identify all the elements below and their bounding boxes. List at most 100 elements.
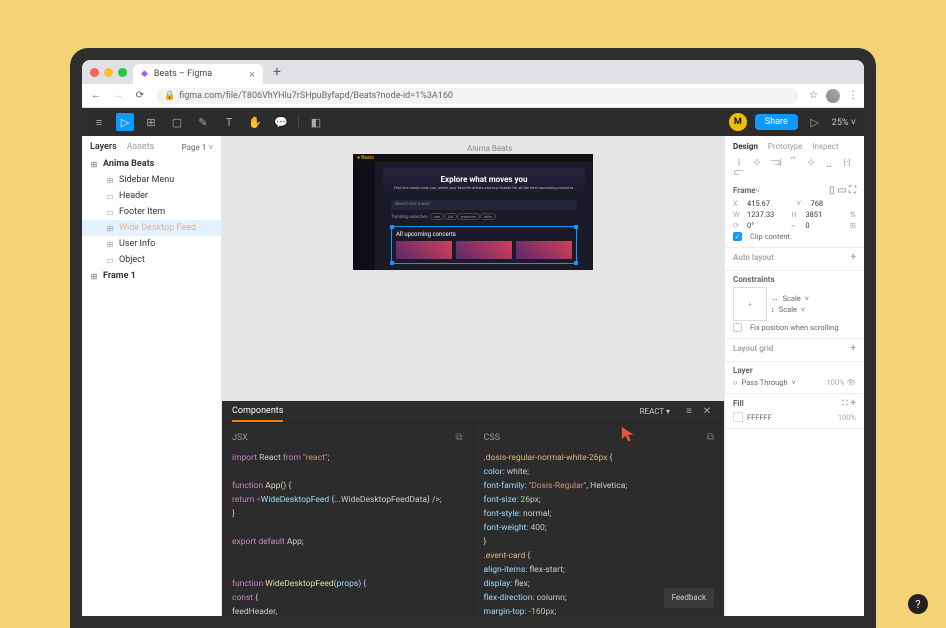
align-left-icon[interactable]: |⫍ (733, 157, 745, 179)
y-input[interactable]: 768 (811, 199, 857, 208)
constraints-section: Constraints (733, 275, 775, 284)
url-text: figma.com/file/T806VhYHlu7rSHpuByfapd/Be… (179, 91, 453, 101)
frame-label[interactable]: Anima Beats (467, 144, 512, 153)
hero-title: Explore what moves you (441, 175, 528, 184)
css-pane[interactable]: CSS⧉ .dosis-regular-normal-white-26px { … (473, 423, 725, 616)
frame-section[interactable]: Frame (733, 186, 756, 195)
align-bottom-icon[interactable]: ⎵ (823, 157, 835, 179)
constraints-widget[interactable]: + (733, 287, 767, 321)
layer-row[interactable]: ▭Object (82, 252, 221, 268)
tab-close-icon[interactable]: × (249, 68, 255, 81)
code-settings-icon[interactable]: ≡ (682, 405, 696, 419)
layer-row[interactable]: ⊞ Sidebar Menu (82, 172, 221, 188)
add-autolayout-icon[interactable]: + (851, 252, 856, 263)
star-icon[interactable]: ☆ (809, 90, 818, 101)
h-input[interactable]: 3851 (805, 210, 845, 219)
prototype-tab[interactable]: Prototype (768, 142, 802, 151)
components-tab[interactable]: Components (232, 402, 283, 422)
blend-select[interactable]: Pass Through (742, 378, 788, 387)
move-tool-icon[interactable]: ▷ (116, 113, 134, 131)
link-icon[interactable]: ⇅ (850, 210, 856, 219)
shape-tool-icon[interactable]: ▢ (168, 113, 186, 131)
fill-swatch[interactable] (733, 412, 743, 422)
radius-input[interactable]: 0 (805, 221, 845, 230)
align-top-icon[interactable]: ⎴ (787, 157, 799, 179)
clip-checkbox[interactable]: ✓ (733, 232, 742, 241)
help-button[interactable]: ? (908, 594, 928, 614)
layer-icon: ▭ (106, 208, 114, 216)
chip: cee (430, 213, 444, 220)
pen-tool-icon[interactable]: ✎ (194, 113, 212, 131)
layer-label: User Info (119, 239, 155, 249)
hand-tool-icon[interactable]: ✋ (246, 113, 264, 131)
x-input[interactable]: 415.67 (747, 199, 793, 208)
layer-row[interactable]: ⊞User Info (82, 236, 221, 252)
comment-tool-icon[interactable]: 💬 (272, 113, 290, 131)
design-panel: Design Prototype Inspect |⫍ ⊹ ⫎| ⎴ ⊹ ⎵ |·| F… (724, 136, 864, 616)
layer-row[interactable]: ▭ Header (82, 188, 221, 204)
v-constraint-select[interactable]: Scale (779, 305, 797, 314)
tab-title: Beats – Figma (154, 69, 212, 79)
h-constraint-select[interactable]: Scale (783, 294, 801, 303)
artboard[interactable]: ● Beats Explore what moves you Find live… (353, 154, 593, 270)
align-right-icon[interactable]: ⫎| (769, 157, 781, 179)
browser-tab[interactable]: ◆ Beats – Figma × (133, 64, 263, 84)
auto-layout-section: Auto layout (733, 253, 774, 262)
layer-label: Header (119, 191, 148, 201)
layer-label: Object (119, 255, 145, 265)
fill-hex[interactable]: FFFFFF (747, 413, 772, 422)
layer-icon: ⊞ (106, 176, 114, 184)
distribute-icon[interactable]: |·| (841, 157, 853, 179)
copy-icon[interactable]: ⧉ (455, 431, 462, 445)
layer-section: Layer (733, 366, 753, 375)
orientation-icon[interactable]: ▯ ▭ ⛶ (829, 185, 856, 196)
frame-tool-icon[interactable]: ⊞ (142, 113, 160, 131)
layer-icon: ⊞ (106, 224, 114, 232)
language-select[interactable]: REACT ▾ (640, 407, 670, 416)
fix-position-checkbox[interactable] (733, 323, 742, 332)
layer-row[interactable]: ▭Footer Item (82, 204, 221, 220)
url-input[interactable]: 🔒 figma.com/file/T806VhYHlu7rSHpuByfapd/… (156, 88, 799, 104)
browser-menu-icon[interactable]: ⋮ (848, 90, 856, 101)
profile-avatar[interactable] (826, 89, 840, 103)
rotation-input[interactable]: 0° (747, 221, 787, 230)
reload-button[interactable]: ⟳ (134, 90, 146, 101)
text-tool-icon[interactable]: T (220, 113, 238, 131)
align-vcenter-icon[interactable]: ⊹ (805, 157, 817, 179)
copy-icon[interactable]: ⧉ (707, 431, 714, 445)
inspect-tab[interactable]: Inspect (812, 142, 838, 151)
add-grid-icon[interactable]: + (851, 343, 856, 354)
zoom-select[interactable]: 25% ˅ (832, 117, 856, 128)
layer-frame1[interactable]: ⊞Frame 1 (82, 268, 221, 284)
selected-layer[interactable]: All upcoming concerts (391, 226, 577, 264)
code-close-icon[interactable]: ✕ (700, 405, 714, 419)
layer-label: Wide Desktop Feed (119, 223, 196, 233)
design-tab[interactable]: Design (733, 142, 758, 151)
canvas[interactable]: Anima Beats ● Beats Explore what moves y… (222, 136, 724, 616)
browser-tab-bar: ◆ Beats – Figma × + (82, 60, 864, 84)
layer-icon: ▭ (106, 192, 114, 200)
forward-button[interactable]: → (112, 90, 124, 101)
user-avatar[interactable]: M (729, 113, 747, 131)
share-button[interactable]: Share (755, 114, 798, 130)
logo: ● Beats (357, 155, 374, 161)
main-menu-icon[interactable]: ≡ (90, 113, 108, 131)
layer-row[interactable]: ⊞ Wide Desktop Feed (82, 220, 221, 236)
layer-label: Sidebar Menu (119, 175, 174, 185)
fill-style-icon[interactable]: ∷ + (842, 398, 856, 409)
align-hcenter-icon[interactable]: ⊹ (751, 157, 763, 179)
feedback-button[interactable]: Feedback (664, 588, 714, 608)
address-bar: ← → ⟳ 🔒 figma.com/file/T806VhYHlu7rSHpuB… (82, 84, 864, 108)
layer-top-frame[interactable]: ⊞Anima Beats (82, 156, 221, 172)
back-button[interactable]: ← (90, 90, 102, 101)
layers-panel: Layers Assets Page 1 ˅ ⊞Anima Beats ⊞ Sid… (82, 136, 222, 616)
page-select[interactable]: Page 1 ˅ (182, 143, 213, 152)
boolean-tool-icon[interactable]: ◧ (307, 113, 325, 131)
corner-icon[interactable]: ⊞ (850, 221, 856, 230)
present-button[interactable]: ▷ (806, 113, 824, 131)
jsx-pane[interactable]: JSX⧉ import React from "react"; function… (222, 423, 473, 616)
new-tab-button[interactable]: + (269, 64, 285, 80)
assets-tab[interactable]: Assets (127, 142, 155, 152)
w-input[interactable]: 1237.33 (747, 210, 787, 219)
layers-tab[interactable]: Layers (90, 142, 117, 152)
